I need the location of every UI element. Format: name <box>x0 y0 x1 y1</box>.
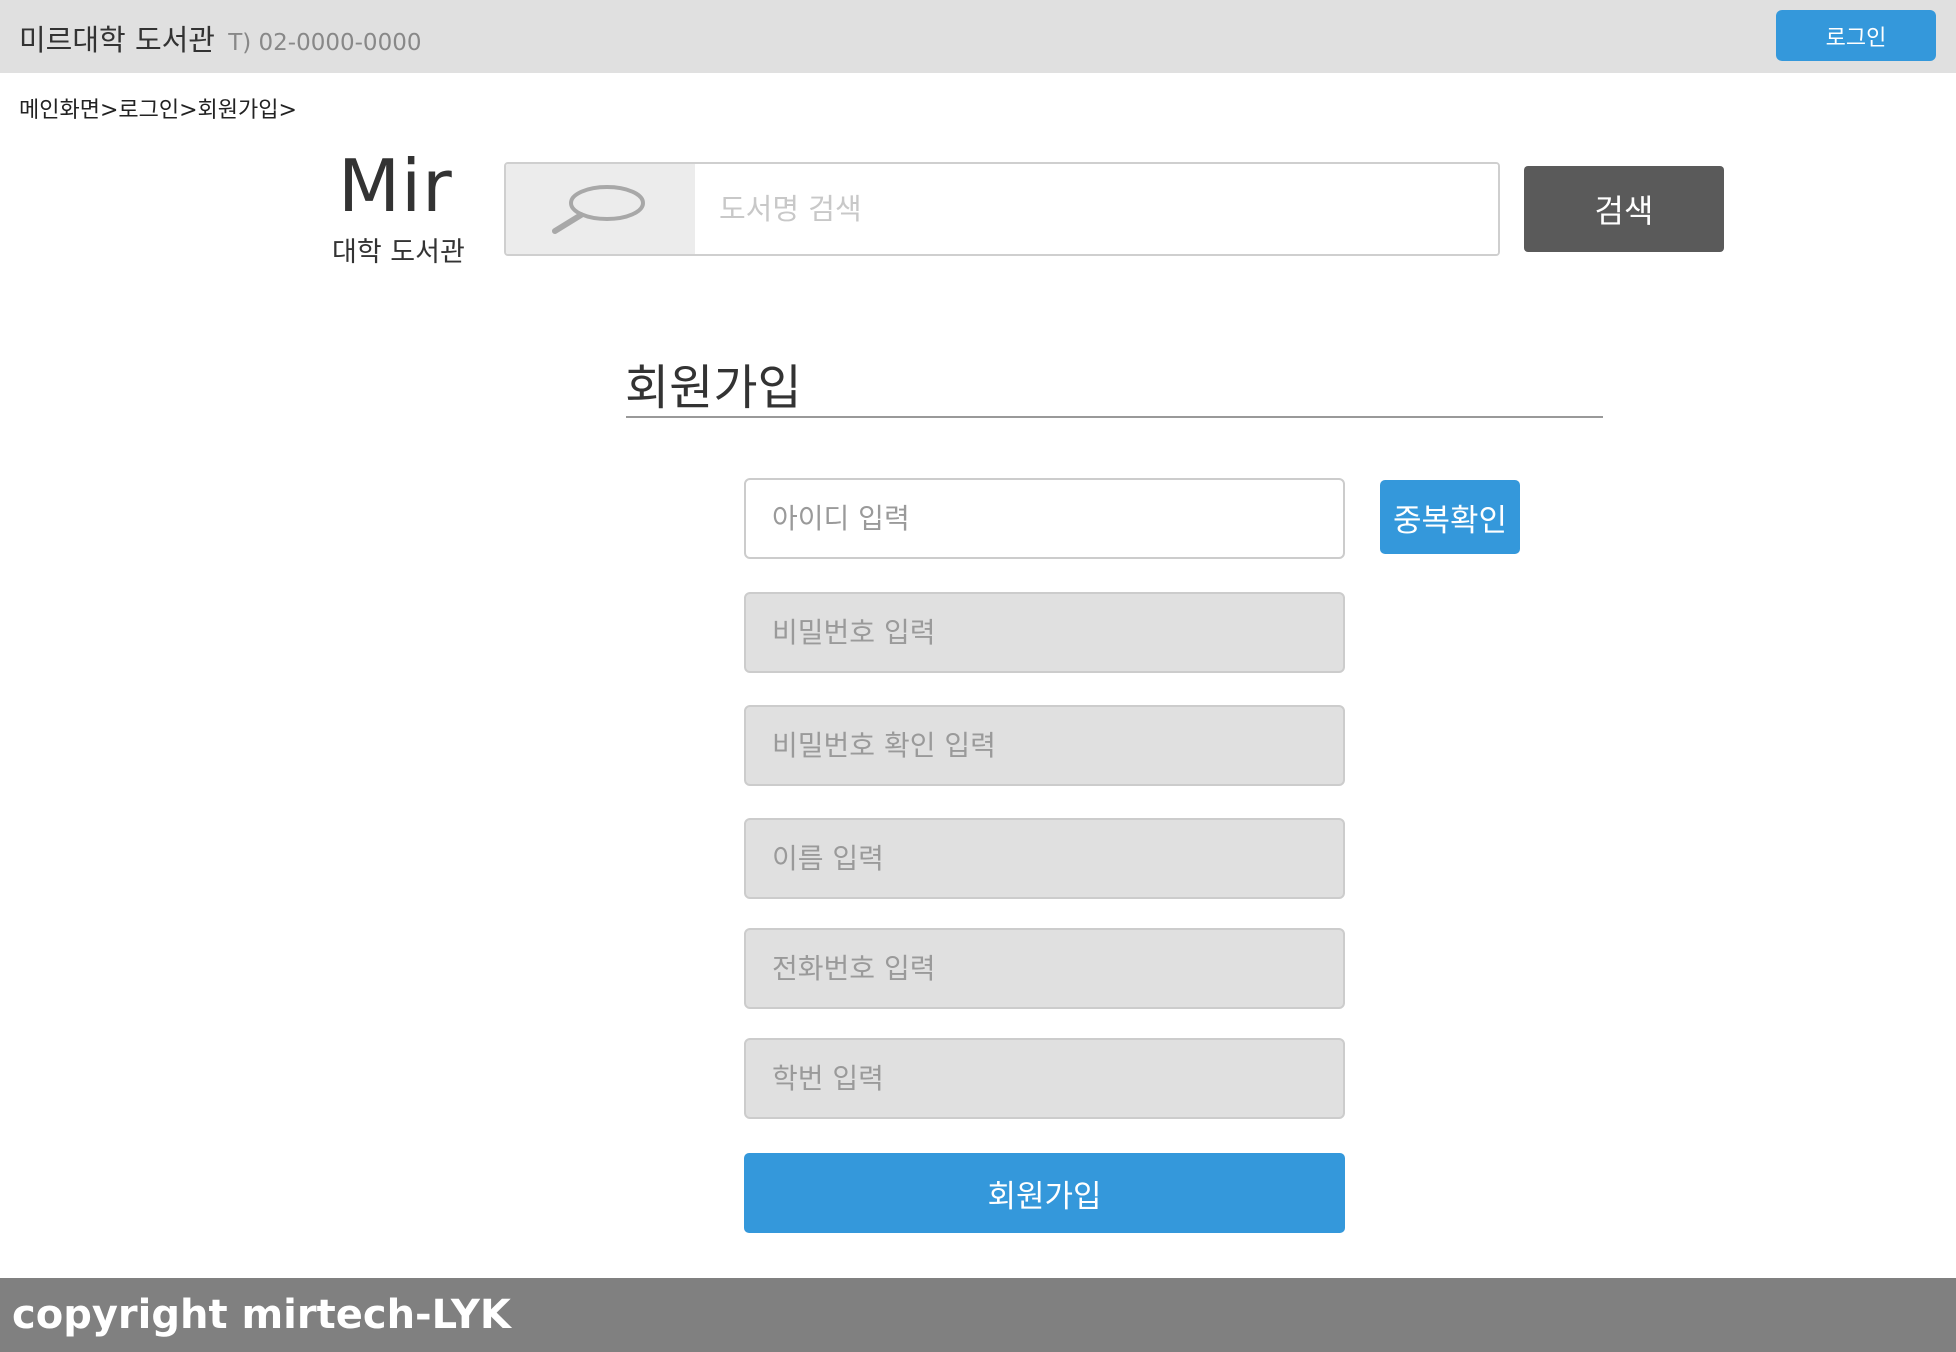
password-confirm-field[interactable] <box>744 705 1345 786</box>
id-field[interactable] <box>744 478 1345 559</box>
logo-subtitle: 대학 도서관 <box>332 237 465 268</box>
site-phone: T) 02-0000-0000 <box>228 30 422 56</box>
search-icon <box>506 164 695 254</box>
duplicate-check-button[interactable]: 중복확인 <box>1380 480 1520 554</box>
top-bar: 미르대학 도서관 T) 02-0000-0000 로그인 <box>0 0 1956 73</box>
logo-main[interactable]: Mir <box>338 150 453 222</box>
breadcrumb: 메인화면>로그인>회원가입> <box>19 98 297 123</box>
signup-submit-button[interactable]: 회원가입 <box>744 1153 1345 1233</box>
search-button[interactable]: 검색 <box>1524 166 1724 252</box>
password-field[interactable] <box>744 592 1345 673</box>
title-divider <box>626 416 1603 418</box>
copyright-text: copyright mirtech-LYK <box>12 1292 511 1338</box>
search-input[interactable] <box>695 164 1498 254</box>
site-name: 미르대학 도서관 <box>19 23 215 57</box>
search-box <box>504 162 1500 256</box>
footer: copyright mirtech-LYK <box>0 1278 1956 1352</box>
student-id-field[interactable] <box>744 1038 1345 1119</box>
name-field[interactable] <box>744 818 1345 899</box>
site-title: 미르대학 도서관 T) 02-0000-0000 <box>19 17 421 59</box>
phone-field[interactable] <box>744 928 1345 1009</box>
login-button[interactable]: 로그인 <box>1776 10 1936 61</box>
page-title: 회원가입 <box>625 360 802 416</box>
